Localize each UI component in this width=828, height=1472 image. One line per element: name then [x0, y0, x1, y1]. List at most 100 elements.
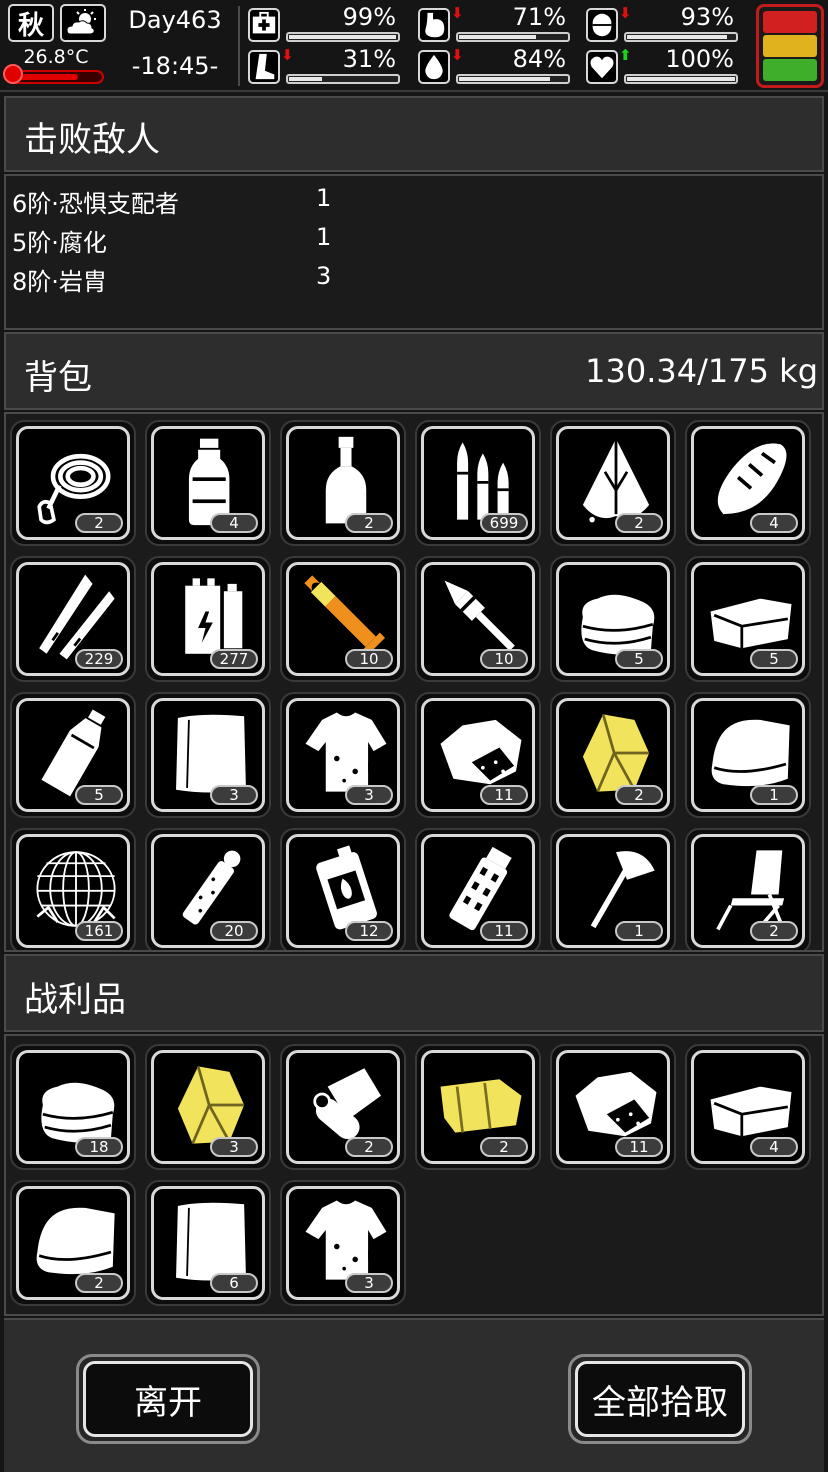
inventory-slot[interactable]: 3: [145, 692, 271, 818]
item-count-badge: 11: [615, 1137, 663, 1157]
inventory-slot[interactable]: 18: [10, 1044, 136, 1170]
slot-frame: 3: [151, 1050, 265, 1164]
slot-frame: 229: [16, 562, 130, 676]
slot-frame: 1: [691, 698, 805, 812]
slot-frame: 2: [16, 426, 130, 540]
backpack-grid[interactable]: 2 4 2 699 2 4 229 277 10 10 5 5 5 3 3 11 2 1 161 20 12 11 1 2: [6, 416, 822, 950]
inventory-slot[interactable]: 3: [280, 1180, 406, 1306]
defeated-list: 6阶·恐惧支配者 1 5阶·腐化 1 8阶·岩胄 3: [4, 174, 824, 330]
stat-sanity[interactable]: ⬇ 93%: [578, 3, 742, 46]
item-count-badge: 161: [75, 921, 123, 941]
inventory-slot[interactable]: 277: [145, 556, 271, 682]
item-count-badge: 229: [75, 649, 123, 669]
inventory-slot[interactable]: 4: [145, 420, 271, 546]
slot-frame: 3: [286, 1186, 400, 1300]
backpack-header: 背包 130.34/175 kg: [4, 332, 824, 410]
inventory-slot[interactable]: 12: [280, 828, 406, 950]
medkit-icon: [248, 8, 280, 42]
item-count-badge: 18: [75, 1137, 123, 1157]
inventory-slot[interactable]: 2: [550, 420, 676, 546]
inventory-slot[interactable]: 1: [685, 692, 811, 818]
inventory-slot[interactable]: 3: [280, 692, 406, 818]
defeated-title: 击败敌人: [24, 120, 160, 160]
inventory-slot[interactable]: 10: [415, 556, 541, 682]
inventory-slot[interactable]: 5: [685, 556, 811, 682]
inventory-slot[interactable]: 2: [10, 1180, 136, 1306]
slot-frame: 2: [556, 698, 670, 812]
stat-bar: [286, 32, 400, 42]
day-counter: Day463: [128, 6, 222, 34]
inventory-slot[interactable]: 2: [280, 1044, 406, 1170]
slot-frame: 5: [556, 562, 670, 676]
item-count-badge: 11: [480, 785, 528, 805]
enemy-count: 3: [316, 262, 332, 290]
slot-frame: 4: [151, 426, 265, 540]
inventory-slot[interactable]: 4: [685, 420, 811, 546]
inventory-slot[interactable]: 4: [685, 1044, 811, 1170]
inventory-slot[interactable]: 5: [10, 692, 136, 818]
alert-signal[interactable]: [756, 4, 824, 88]
inventory-slot[interactable]: 11: [550, 1044, 676, 1170]
item-count-badge: 2: [480, 1137, 528, 1157]
enemy-name: 6阶·恐惧支配者: [12, 190, 179, 218]
slot-frame: 2: [691, 834, 805, 948]
stomach-icon: [418, 8, 450, 42]
slot-frame: 2: [16, 1186, 130, 1300]
inventory-slot[interactable]: 6: [145, 1180, 271, 1306]
item-count-badge: 1: [750, 785, 798, 805]
item-count-badge: 5: [75, 785, 123, 805]
leave-button[interactable]: 离开: [76, 1354, 260, 1444]
slot-frame: 6: [151, 1186, 265, 1300]
item-count-badge: 277: [210, 649, 258, 669]
enemy-count: 1: [316, 223, 332, 251]
slot-frame: 11: [421, 834, 535, 948]
item-count-badge: 5: [750, 649, 798, 669]
backpack-weight: 130.34/175 kg: [585, 352, 818, 390]
inventory-slot[interactable]: 10: [280, 556, 406, 682]
loot-grid[interactable]: 18 3 2 2 11 4 2 6 3: [6, 1040, 822, 1314]
stat-mood[interactable]: ⬆ 100%: [578, 45, 742, 88]
stat-stamina[interactable]: ⬇ 31%: [240, 45, 404, 88]
item-count-badge: 3: [210, 785, 258, 805]
inventory-slot[interactable]: 11: [415, 692, 541, 818]
slot-frame: 20: [151, 834, 265, 948]
take-all-button[interactable]: 全部拾取: [568, 1354, 752, 1444]
slot-frame: 11: [421, 698, 535, 812]
slot-frame: 18: [16, 1050, 130, 1164]
enemy-count: 1: [316, 184, 332, 212]
stat-value: 31%: [342, 45, 396, 73]
inventory-slot[interactable]: 20: [145, 828, 271, 950]
slot-frame: 2: [286, 426, 400, 540]
item-count-badge: 2: [345, 1137, 393, 1157]
inventory-slot[interactable]: 2: [550, 692, 676, 818]
stat-hunger[interactable]: ⬇ 71%: [410, 3, 574, 46]
inventory-slot[interactable]: 2: [280, 420, 406, 546]
inventory-slot[interactable]: 229: [10, 556, 136, 682]
slot-frame: 2: [421, 1050, 535, 1164]
inventory-slot[interactable]: 3: [145, 1044, 271, 1170]
slot-frame: 5: [691, 562, 805, 676]
inventory-slot[interactable]: 5: [550, 556, 676, 682]
slot-frame: 161: [16, 834, 130, 948]
item-count-badge: 2: [615, 785, 663, 805]
inventory-slot[interactable]: 699: [415, 420, 541, 546]
inventory-slot[interactable]: 11: [415, 828, 541, 950]
stat-bar-fill: [459, 35, 536, 39]
status-bar: 秋 26.8°C Day463 -18:45- 99% ⬇ 71% ⬇ 93% ⬇ 31% ⬇…: [0, 0, 828, 92]
inventory-slot[interactable]: 1: [550, 828, 676, 950]
stat-health[interactable]: 99%: [240, 3, 404, 46]
inventory-slot[interactable]: 161: [10, 828, 136, 950]
signal-green: [763, 59, 817, 81]
stat-value: 84%: [512, 45, 566, 73]
item-count-badge: 2: [75, 1273, 123, 1293]
item-count-badge: 2: [345, 513, 393, 533]
defeated-header: 击败敌人: [4, 96, 824, 172]
inventory-slot[interactable]: 2: [685, 828, 811, 950]
item-count-badge: 10: [480, 649, 528, 669]
inventory-slot[interactable]: 2: [415, 1044, 541, 1170]
inventory-slot[interactable]: 2: [10, 420, 136, 546]
stat-thirst[interactable]: ⬇ 84%: [410, 45, 574, 88]
slot-frame: 4: [691, 1050, 805, 1164]
stat-bar: [456, 32, 570, 42]
season-badge: 秋: [8, 4, 54, 42]
